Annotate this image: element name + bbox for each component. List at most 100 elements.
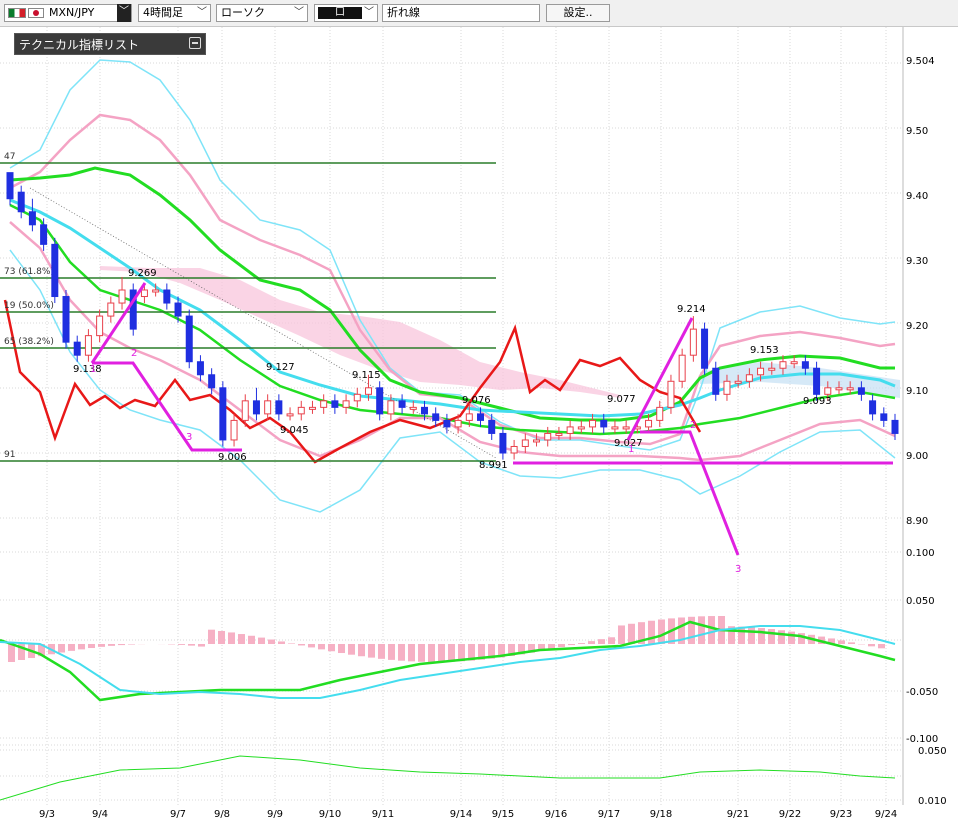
macd-histogram-bar xyxy=(428,644,435,662)
lower-tick-label: 0.050 xyxy=(918,746,947,757)
candle-body xyxy=(432,413,440,421)
candle-body xyxy=(364,387,372,395)
timeframe-select[interactable]: 4時間足 ﹀ xyxy=(138,4,211,22)
date-tick-label: 9/11 xyxy=(372,809,394,820)
candle-body xyxy=(174,302,182,317)
candle-body xyxy=(230,419,238,441)
macd-histogram-bar xyxy=(308,644,315,648)
wave-label: 2 xyxy=(131,348,137,359)
macd-histogram-bar xyxy=(98,644,105,647)
date-tick-label: 9/8 xyxy=(214,809,230,820)
price-annotation: 9.045 xyxy=(280,425,309,436)
macd-histogram-bar xyxy=(448,644,455,662)
macd-histogram-bar xyxy=(338,644,345,654)
candle-body xyxy=(790,361,798,365)
macd-histogram-bar xyxy=(68,644,75,651)
price-tick-label: 9.20 xyxy=(906,321,928,332)
chevron-down-icon: ﹀ xyxy=(117,4,131,22)
date-tick-label: 9/15 xyxy=(492,809,514,820)
candle-body xyxy=(533,439,541,443)
price-tick-label: 9.40 xyxy=(906,191,928,202)
candle-body xyxy=(196,361,204,376)
price-tick-label: 9.00 xyxy=(906,451,928,462)
mexico-flag-icon xyxy=(8,8,26,18)
macd-histogram-bar xyxy=(748,627,755,644)
macd-histogram-bar xyxy=(248,635,255,644)
fib-level-label: 73 (61.8%) xyxy=(4,267,54,277)
candle-body xyxy=(824,387,832,395)
candle-body xyxy=(656,406,664,421)
moving-average-green-lower xyxy=(9,203,896,436)
macd-histogram-bar xyxy=(588,641,595,644)
timeframe-label: 4時間足 xyxy=(143,6,183,19)
candle-body xyxy=(185,315,193,363)
price-tick-label: 8.90 xyxy=(906,516,928,527)
macd-histogram-bar xyxy=(768,629,775,644)
candle-body xyxy=(51,243,59,298)
date-tick-label: 9/16 xyxy=(545,809,567,820)
wave-label: 2 xyxy=(690,420,696,431)
style-swatch: 口 xyxy=(318,7,362,19)
candle-body xyxy=(510,445,518,454)
price-annotation: 9.006 xyxy=(218,452,247,463)
macd-histogram-bar xyxy=(78,644,85,650)
macd-histogram-bar xyxy=(318,644,325,650)
price-annotation: 9.076 xyxy=(462,395,491,406)
macd-panel xyxy=(0,616,896,702)
chart-type-label: ローソク xyxy=(221,6,265,19)
candle-body xyxy=(420,406,428,415)
macd-histogram-bar xyxy=(868,644,875,647)
macd-histogram-bar xyxy=(738,626,745,644)
macd-histogram-bar xyxy=(8,644,15,662)
chart-type-select[interactable]: ローソク ﹀ xyxy=(216,4,308,22)
settings-button[interactable]: 設定.. xyxy=(546,4,610,22)
candle-body xyxy=(443,419,451,428)
candle-body xyxy=(163,289,171,304)
date-tick-label: 9/14 xyxy=(450,809,472,820)
macd-histogram-bar xyxy=(438,644,445,662)
style-select[interactable]: 口 ﹀ xyxy=(314,4,378,22)
macd-histogram-bar xyxy=(378,644,385,659)
price-tick-label: 9.10 xyxy=(906,386,928,397)
date-tick-label: 9/23 xyxy=(830,809,852,820)
candle-body xyxy=(801,361,809,369)
date-tick-label: 9/3 xyxy=(39,809,55,820)
lower-panel xyxy=(0,755,896,801)
wave-label: 1 xyxy=(628,444,634,455)
candle-body xyxy=(577,426,585,430)
candle-body xyxy=(734,380,742,384)
chart-toolbar: MXN/JPY ﹀ 4時間足 ﹀ ローソク ﹀ 口 ﹀ 折れ線 設定.. xyxy=(0,0,958,27)
date-tick-label: 9/4 xyxy=(92,809,108,820)
price-annotation: 9.153 xyxy=(750,345,779,356)
candle-body xyxy=(107,302,115,317)
macd-histogram-bar xyxy=(198,644,205,647)
candle-body xyxy=(241,400,249,421)
candle-body xyxy=(600,419,608,428)
candle-body xyxy=(96,315,104,337)
candle-body xyxy=(544,432,552,441)
macd-histogram-bar xyxy=(848,642,855,644)
date-tick-label: 9/17 xyxy=(598,809,620,820)
candlestick-series xyxy=(6,172,899,460)
candle-body xyxy=(566,426,574,434)
indicator-list-button[interactable]: テクニカル指標リスト xyxy=(14,33,206,55)
sub-chart-select[interactable]: 折れ線 xyxy=(382,4,540,22)
date-tick-label: 9/22 xyxy=(779,809,801,820)
macd-histogram-bar xyxy=(648,620,655,644)
candle-body xyxy=(869,400,877,415)
candle-body xyxy=(84,335,92,356)
date-tick-label: 9/18 xyxy=(650,809,672,820)
candle-body xyxy=(880,413,888,421)
candle-body xyxy=(118,289,126,304)
macd-histogram-bar xyxy=(348,644,355,655)
macd-histogram-bar xyxy=(628,623,635,644)
fib-level-label: 19 (50.0%) xyxy=(4,301,54,311)
candle-body xyxy=(745,374,753,382)
price-tick-label: 9.30 xyxy=(906,256,928,267)
wave-label: 1 xyxy=(90,364,96,375)
collapse-icon[interactable] xyxy=(189,37,201,49)
candle-body xyxy=(387,400,395,415)
symbol-select[interactable]: MXN/JPY ﹀ xyxy=(4,4,132,22)
candle-body xyxy=(589,419,597,428)
chart-canvas: 47 73 (61.8%) 19 (50.0%) 65 (38.2%) 91 9.269… xyxy=(0,27,947,820)
